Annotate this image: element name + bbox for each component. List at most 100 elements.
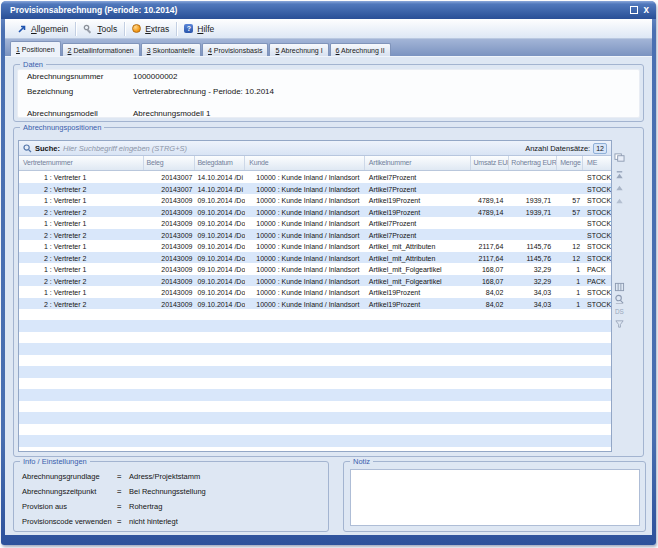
equals-icon: = bbox=[117, 487, 123, 496]
cell-beleg: 20143009 bbox=[144, 217, 196, 229]
menu-item-tools[interactable]: Tools bbox=[76, 19, 124, 38]
cell-rohertrag bbox=[509, 171, 557, 183]
notiz-textarea[interactable] bbox=[350, 469, 640, 526]
cell-kunde: 10000 : Kunde Inland / Inlandsort bbox=[245, 263, 365, 275]
cell-kunde: 10000 : Kunde Inland / Inlandsort bbox=[245, 275, 365, 287]
tab-abrechnung-2[interactable]: 6 Abrechnung II bbox=[330, 43, 391, 56]
col-header-menge[interactable]: Menge bbox=[557, 156, 583, 170]
col-header-umsatz[interactable]: Umsatz EUR bbox=[471, 156, 509, 170]
cell-beleg: 20143009 bbox=[144, 275, 196, 287]
table-row[interactable]: 2 : Vertreter 2 20143007 14.10.2014 /Di … bbox=[19, 183, 611, 195]
column-chooser-icon[interactable] bbox=[614, 153, 625, 163]
search-bar[interactable]: Suche: Hier Suchbegriff eingeben (STRG+S… bbox=[19, 141, 611, 156]
tab-page-positionen: Daten Abrechnungsnummer1000000002 Bezeic… bbox=[5, 56, 652, 535]
tab-abrechnung-1[interactable]: 5 Abrechnung I bbox=[269, 43, 328, 56]
tab-positionen[interactable]: 1 Positionen bbox=[10, 41, 61, 56]
tools-icon bbox=[83, 24, 93, 34]
cell-artikelnummer: Artikel_mit_Folgeartikel bbox=[365, 263, 472, 275]
cell-menge: 57 bbox=[557, 206, 583, 218]
cell-artikelnummer: Artikel_mit_Folgeartikel bbox=[365, 275, 472, 287]
extras-icon bbox=[132, 24, 141, 33]
table-row[interactable]: 2 : Vertreter 2 20143009 09.10.2014 /Do … bbox=[19, 252, 611, 264]
cell-kunde: 10000 : Kunde Inland / Inlandsort bbox=[245, 298, 365, 310]
cell-rohertrag: 32,29 bbox=[509, 263, 557, 275]
cell-rohertrag: 34,03 bbox=[509, 298, 557, 310]
table-row[interactable]: 1 : Vertreter 1 20143007 14.10.2014 /Di … bbox=[19, 171, 611, 183]
cell-vertreternummer: 2 : Vertreter 2 bbox=[19, 298, 144, 310]
cell-artikelnummer: Artikel19Prozent bbox=[365, 286, 472, 298]
cell-umsatz: 84,02 bbox=[471, 286, 509, 298]
dialog-window: Provisionsabrechnung (Periode: 10.2014) … bbox=[1, 1, 656, 545]
menu-item-allgemein[interactable]: Allgemein bbox=[10, 19, 75, 38]
cell-artikelnummer: Artikel19Prozent bbox=[365, 298, 472, 310]
cell-artikelnummer: Artikel19Prozent bbox=[365, 206, 472, 218]
cell-me: STOCK bbox=[583, 206, 611, 218]
table-row[interactable]: 2 : Vertreter 2 20143009 09.10.2014 /Do … bbox=[19, 298, 611, 310]
cell-menge: 12 bbox=[557, 240, 583, 252]
cell-rohertrag bbox=[509, 229, 557, 241]
menu-item-hilfe[interactable]: ? Hilfe bbox=[177, 19, 221, 38]
cell-vertreternummer: 1 : Vertreter 1 bbox=[19, 286, 144, 298]
menu-item-extras[interactable]: Extras bbox=[125, 19, 176, 38]
zoom-icon[interactable] bbox=[614, 294, 625, 304]
cell-artikelnummer: Artikel7Prozent bbox=[365, 217, 472, 229]
cell-rohertrag bbox=[509, 217, 557, 229]
cell-menge: 12 bbox=[557, 252, 583, 264]
cell-artikelnummer: Artikel7Prozent bbox=[365, 171, 472, 183]
col-header-kunde[interactable]: Kunde bbox=[245, 156, 365, 170]
cell-rohertrag: 1145,76 bbox=[509, 240, 557, 252]
cell-me: PACK bbox=[583, 263, 611, 275]
table-row[interactable]: 2 : Vertreter 2 20143009 09.10.2014 /Do … bbox=[19, 275, 611, 287]
cell-me: STOCK bbox=[583, 171, 611, 183]
cell-rohertrag bbox=[509, 183, 557, 195]
scroll-up-icon[interactable] bbox=[614, 183, 625, 193]
window-title: Provisionsabrechnung (Periode: 10.2014) bbox=[10, 5, 177, 15]
filter-icon[interactable] bbox=[614, 319, 625, 329]
help-icon: ? bbox=[184, 24, 193, 33]
cell-umsatz: 84,02 bbox=[471, 298, 509, 310]
cell-rohertrag: 32,29 bbox=[509, 275, 557, 287]
search-label: Suche: bbox=[35, 144, 60, 153]
cell-belegdatum: 09.10.2014 /Do bbox=[195, 298, 245, 310]
col-header-artikelnummer[interactable]: Artikelnummer bbox=[365, 156, 472, 170]
close-icon[interactable]: x bbox=[643, 6, 649, 14]
table-row[interactable]: 2 : Vertreter 2 20143009 09.10.2014 /Do … bbox=[19, 206, 611, 218]
cell-rohertrag: 34,03 bbox=[509, 286, 557, 298]
col-header-beleg[interactable]: Beleg bbox=[144, 156, 196, 170]
search-input[interactable]: Hier Suchbegriff eingeben (STRG+S) bbox=[63, 144, 187, 153]
col-header-rohertrag[interactable]: Rohertrag EUR bbox=[509, 156, 557, 170]
restore-icon[interactable] bbox=[630, 6, 638, 14]
table-row[interactable]: 1 : Vertreter 1 20143009 09.10.2014 /Do … bbox=[19, 286, 611, 298]
cell-me: PACK bbox=[583, 275, 611, 287]
scroll-up2-icon[interactable] bbox=[614, 196, 625, 206]
tab-provisionsbasis[interactable]: 4 Provisionsbasis bbox=[202, 43, 268, 56]
equals-icon: = bbox=[117, 472, 123, 481]
cell-vertreternummer: 1 : Vertreter 1 bbox=[19, 171, 144, 183]
tab-detailinformationen[interactable]: 2 Detailinformationen bbox=[62, 43, 140, 56]
cell-me: STOCK bbox=[583, 194, 611, 206]
cell-vertreternummer: 1 : Vertreter 1 bbox=[19, 217, 144, 229]
cell-belegdatum: 14.10.2014 /Di bbox=[195, 171, 245, 183]
col-header-belegdatum[interactable]: Belegdatum bbox=[195, 156, 245, 170]
scroll-top-icon[interactable] bbox=[614, 170, 625, 180]
table-row[interactable]: 1 : Vertreter 1 20143009 09.10.2014 /Do … bbox=[19, 217, 611, 229]
dataset-icon[interactable]: DS bbox=[614, 307, 625, 317]
table-row[interactable]: 1 : Vertreter 1 20143009 09.10.2014 /Do … bbox=[19, 194, 611, 206]
cell-me: STOCK bbox=[583, 298, 611, 310]
col-header-vertreternummer[interactable]: Vertreternummer bbox=[19, 156, 144, 170]
cell-menge: 1 bbox=[557, 298, 583, 310]
tab-skontoanteile[interactable]: 3 Skontoanteile bbox=[141, 43, 201, 56]
cell-artikelnummer: Artikel19Prozent bbox=[365, 194, 472, 206]
cell-menge: 1 bbox=[557, 286, 583, 298]
cell-belegdatum: 09.10.2014 /Do bbox=[195, 263, 245, 275]
cell-beleg: 20143009 bbox=[144, 206, 196, 218]
cell-umsatz: 4789,14 bbox=[471, 206, 509, 218]
col-header-me[interactable]: ME bbox=[583, 156, 611, 170]
cell-belegdatum: 09.10.2014 /Do bbox=[195, 252, 245, 264]
table-row[interactable]: 2 : Vertreter 2 20143009 09.10.2014 /Do … bbox=[19, 229, 611, 241]
cell-vertreternummer: 1 : Vertreter 1 bbox=[19, 240, 144, 252]
table-row[interactable]: 1 : Vertreter 1 20143009 09.10.2014 /Do … bbox=[19, 263, 611, 275]
grid-view-icon[interactable] bbox=[614, 282, 625, 292]
cell-umsatz bbox=[471, 183, 509, 195]
table-row[interactable]: 1 : Vertreter 1 20143009 09.10.2014 /Do … bbox=[19, 240, 611, 252]
